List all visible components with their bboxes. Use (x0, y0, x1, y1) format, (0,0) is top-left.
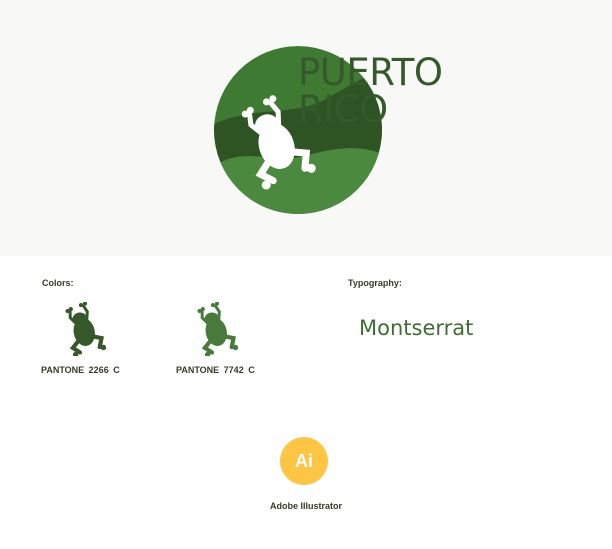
font-sample-text: Montserrat (359, 316, 474, 340)
adobe-illustrator-icon: Ai (280, 437, 328, 485)
typography-heading: Typography: (348, 278, 402, 288)
colors-heading: Colors: (42, 278, 74, 288)
color-swatch-frog-icon (194, 302, 238, 356)
software-name: Adobe Illustrator (269, 501, 342, 511)
logo-line-1: PUERTO (298, 51, 443, 94)
pantone-label-2: PANTONE 7742 C (176, 365, 255, 375)
color-swatch-frog-icon (62, 302, 106, 356)
logo-hero-section: PUERTO RICO (0, 0, 612, 256)
logo-line-2: RICO (298, 88, 388, 131)
logo-wordmark: PUERTO RICO (298, 54, 443, 128)
pantone-label-1: PANTONE 2266 C (41, 365, 120, 375)
